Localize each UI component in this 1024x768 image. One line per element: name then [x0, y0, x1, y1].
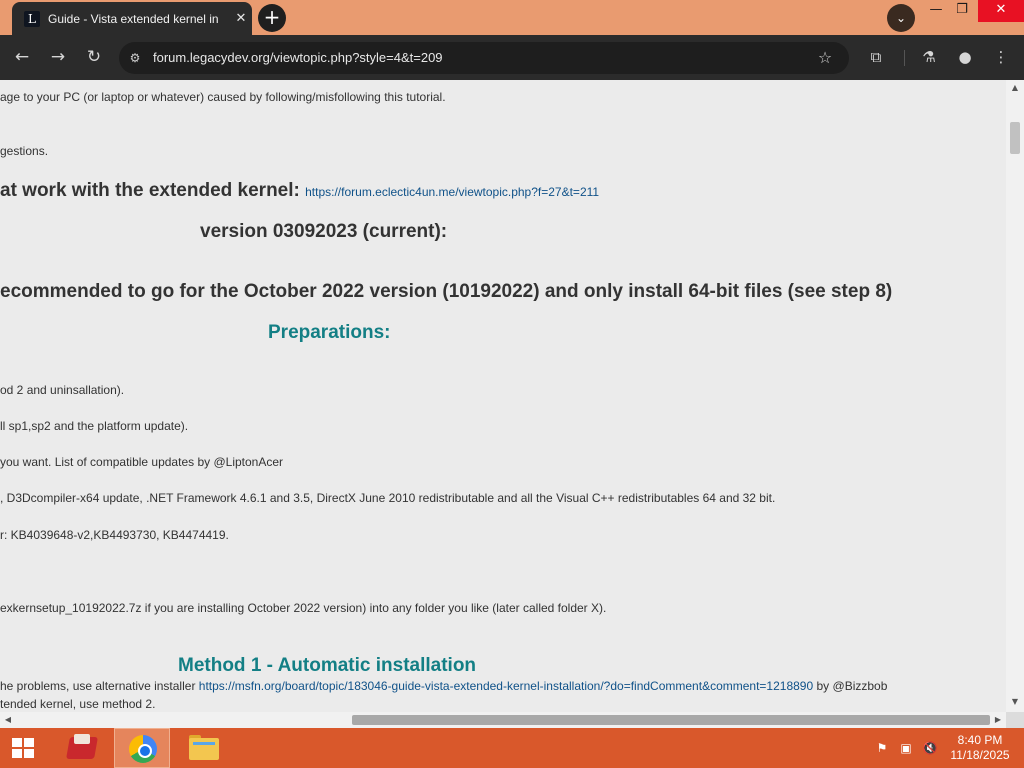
forward-arrow-icon[interactable]: →	[46, 45, 70, 69]
minimize-button[interactable]: —	[922, 0, 950, 22]
vertical-scrollbar[interactable]: ▲ ▼	[1006, 80, 1024, 712]
prep-line: exkernsetup_10192022.7z if you are insta…	[0, 601, 607, 615]
taskbar-file-explorer[interactable]	[176, 728, 232, 768]
preparations-heading: Preparations:	[268, 322, 391, 343]
windows-logo-icon	[12, 738, 34, 758]
new-tab-button[interactable]: +	[258, 4, 286, 32]
clock-time: 8:40 PM	[957, 733, 1003, 747]
toolbar-separator	[904, 50, 905, 66]
scroll-down-icon[interactable]: ▼	[1010, 697, 1020, 707]
horizontal-scrollbar[interactable]: ◀ ▶	[0, 712, 1006, 728]
url-text[interactable]: forum.legacydev.org/viewtopic.php?style=…	[153, 50, 443, 66]
app-red-icon-detail	[74, 734, 90, 744]
restore-button[interactable]: ❐	[948, 0, 976, 22]
prep-line: ll sp1,sp2 and the platform update).	[0, 419, 189, 433]
reload-icon[interactable]: ↻	[82, 45, 106, 69]
system-clock[interactable]: 8:40 PM 11/18/2025	[946, 733, 1014, 765]
taskbar-app-red[interactable]	[54, 728, 110, 768]
clock-date: 11/18/2025	[950, 748, 1010, 762]
scroll-right-icon[interactable]: ▶	[993, 715, 1003, 725]
taskbar-chrome[interactable]	[114, 728, 170, 768]
method-line-text: he problems, use alternative installer	[0, 679, 196, 693]
chrome-icon-center	[138, 744, 152, 758]
compatible-heading: at work with the extended kernel: https:…	[0, 180, 599, 203]
tab-search-button[interactable]: ⌄	[887, 4, 915, 32]
tab-close-icon[interactable]: ✕	[233, 11, 249, 27]
disclaimer-line: age to your PC (or laptop or whatever) c…	[0, 90, 446, 104]
compatible-heading-text: at work with the extended kernel:	[0, 180, 300, 201]
scroll-left-icon[interactable]: ◀	[3, 715, 13, 725]
horizontal-scroll-thumb[interactable]	[352, 715, 990, 725]
taskbar: ⚑ ▣ 🔇 8:40 PM 11/18/2025	[0, 728, 1024, 768]
method1-heading: Method 1 - Automatic installation	[178, 655, 477, 676]
prep-line: , D3Dcompiler-x64 update, .NET Framework…	[0, 491, 776, 505]
folder-icon-detail	[193, 742, 215, 745]
extensions-icon[interactable]: ⧉	[864, 45, 888, 69]
scroll-up-icon[interactable]: ▲	[1010, 83, 1020, 93]
start-button[interactable]	[0, 728, 56, 768]
menu-kebab-icon[interactable]: ⋮	[989, 45, 1013, 69]
alternative-installer-link[interactable]: https://msfn.org/board/topic/183046-guid…	[199, 679, 813, 693]
title-bar: L Guide - Vista extended kernel in ✕ + ⌄…	[0, 0, 1024, 35]
compatible-link[interactable]: https://forum.eclectic4un.me/viewtopic.p…	[305, 185, 599, 199]
tab-title: Guide - Vista extended kernel in	[48, 12, 219, 26]
suggestions-line: gestions.	[0, 144, 49, 158]
volume-muted-icon[interactable]: 🔇	[922, 740, 938, 756]
tab-favicon-icon: L	[24, 11, 40, 27]
window-close-button[interactable]: ✕	[978, 0, 1024, 22]
browser-tab[interactable]: L Guide - Vista extended kernel in ✕	[12, 2, 252, 35]
scrollbar-corner	[1006, 712, 1024, 728]
prep-line: you want. List of compatible updates by …	[0, 455, 284, 469]
browser-toolbar: ← → ↻ ⚙ forum.legacydev.org/viewtopic.ph…	[0, 35, 1024, 80]
back-arrow-icon[interactable]: ←	[10, 45, 34, 69]
version-heading: version 03092023 (current):	[200, 221, 448, 242]
prep-line: od 2 and uninsallation).	[0, 383, 125, 397]
action-center-flag-icon[interactable]: ⚑	[874, 740, 890, 756]
vertical-scroll-thumb[interactable]	[1010, 122, 1020, 154]
method-line-author: by @Bizzbob	[816, 679, 888, 693]
labs-flask-icon[interactable]: ⚗	[917, 45, 941, 69]
method-line: he problems, use alternative installer h…	[0, 679, 887, 694]
prep-line: r: KB4039648-v2,KB4493730, KB4474419.	[0, 528, 229, 542]
profile-icon[interactable]: ●	[953, 45, 977, 69]
page-content: age to your PC (or laptop or whatever) c…	[0, 80, 1006, 712]
network-icon[interactable]: ▣	[898, 740, 914, 756]
site-info-icon[interactable]: ⚙	[127, 50, 143, 66]
method-line: tended kernel, use method 2.	[0, 697, 156, 711]
recommendation-heading: ecommended to go for the October 2022 ve…	[0, 281, 893, 302]
bookmark-star-icon[interactable]: ☆	[815, 48, 835, 68]
address-bar[interactable]: ⚙ forum.legacydev.org/viewtopic.php?styl…	[119, 42, 849, 74]
